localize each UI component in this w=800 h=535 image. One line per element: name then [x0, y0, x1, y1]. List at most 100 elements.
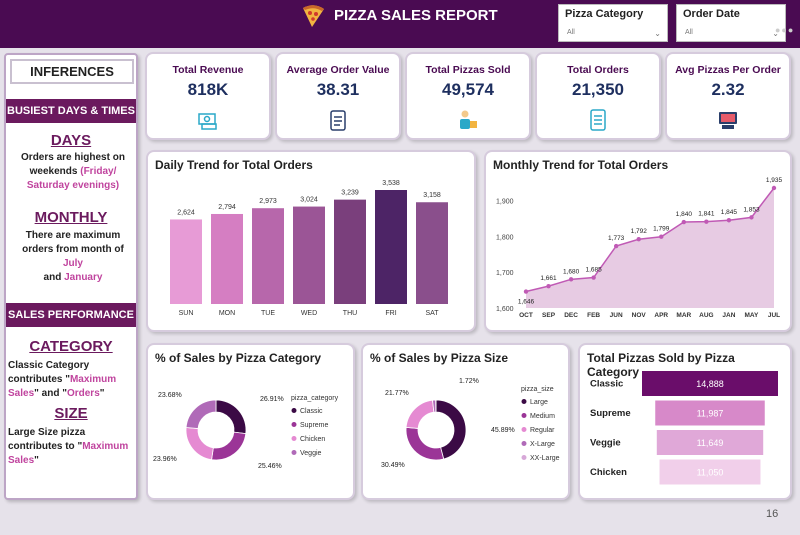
slice-label: 45.89% [491, 427, 515, 434]
days-line: Orders are highest on [21, 152, 125, 163]
category-label: Chicken [590, 467, 627, 478]
data-label: 3,239 [341, 190, 359, 197]
days-highlight: (Friday/ [80, 166, 117, 177]
data-point [771, 185, 777, 191]
slicer-label: Order Date [683, 8, 740, 20]
data-label: 2,794 [218, 204, 236, 211]
bar [211, 213, 243, 304]
category-highlight: Maximum [69, 374, 117, 385]
size-line: Sales" [8, 454, 136, 468]
category-line: Classic Category [8, 360, 90, 371]
size-text-part: " [34, 455, 39, 466]
category-line: Sales" and "Orders" [8, 387, 136, 401]
tick-label: NOV [632, 312, 647, 319]
kpi-average-order-value[interactable]: Average Order Value 38.31 [275, 52, 401, 140]
legend-label: Regular [530, 427, 555, 434]
kpi-value: 2.32 [711, 80, 745, 99]
legend-label: Chicken [300, 436, 325, 443]
header-bar: PIZZA SALES REPORT Pizza Category All ⌄ … [0, 0, 800, 48]
legend-swatch [521, 455, 527, 460]
money-icon [198, 113, 217, 130]
sales-by-category-donut: 26.91% 25.46% 23.96% 23.68% pizza_category Cl… [153, 392, 339, 470]
legend-label: XX-Large [530, 455, 560, 462]
category-text-part: " [99, 388, 105, 399]
bar [375, 190, 407, 304]
bar [334, 199, 366, 304]
legend-label: Supreme [300, 422, 329, 429]
chevron-down-icon[interactable]: ⌄ [654, 29, 661, 38]
kpi-total-revenue[interactable]: Total Revenue 818K [145, 52, 271, 140]
category-label: Classic [590, 379, 623, 390]
monthly-heading: MONTHLY [34, 209, 108, 226]
legend-swatch [521, 413, 527, 418]
data-label: 1,799 [653, 226, 670, 233]
pizza-icon [303, 5, 324, 27]
data-point [591, 275, 596, 280]
order-date-slicer[interactable]: Order Date All ⌄ [676, 4, 786, 42]
legend-swatch [521, 399, 527, 404]
monthly-highlight: July [62, 258, 83, 269]
kpi-label: Avg Pizzas Per Order [675, 64, 781, 76]
size-line: Large Size pizza [8, 427, 86, 438]
data-label: 2,624 [177, 209, 195, 216]
kpi-label: Total Orders [567, 64, 629, 76]
tick-label: APR [654, 312, 668, 319]
kpi-avg-pizzas-per-order[interactable]: Avg Pizzas Per Order 2.32 [665, 52, 791, 140]
kpi-value: 38.31 [316, 80, 360, 99]
slicer-value: All [567, 29, 575, 36]
tick-label: JUL [768, 312, 780, 319]
kpi-value: 49,574 [442, 80, 494, 99]
tick-label: FRI [385, 310, 396, 317]
tick-label: SUN [179, 310, 194, 317]
monthly-trend-card: Monthly Trend for Total Orders 1,900 1,80… [484, 150, 792, 332]
kpi-label: Average Order Value [286, 64, 390, 76]
size-highlight: Sales [8, 455, 35, 466]
tick-label: THU [343, 310, 357, 317]
legend-swatch [521, 441, 527, 446]
data-point [613, 243, 619, 249]
legend-swatch [291, 408, 297, 413]
data-label: 1,853 [743, 206, 760, 213]
monthly-text-part: and [43, 272, 65, 283]
category-heading: CATEGORY [29, 338, 113, 355]
slice-label: 25.46% [258, 463, 282, 470]
data-label: 1,845 [721, 209, 738, 216]
tick-label: MAY [745, 312, 760, 319]
data-label: 11,649 [697, 438, 724, 448]
clipboard-icon [330, 110, 346, 131]
slice-label: 26.91% [260, 396, 284, 403]
slice-label: 1.72% [459, 378, 479, 385]
data-point [523, 289, 529, 294]
y-tick-label: 1,600 [496, 306, 514, 313]
tick-label: WED [301, 310, 317, 317]
bar [170, 219, 202, 304]
category-text-part: " and " [34, 388, 67, 399]
category-highlight: Sales [8, 388, 35, 399]
legend-title: pizza_size [521, 386, 554, 393]
pizza-category-slicer[interactable]: Pizza Category All ⌄ [558, 4, 668, 42]
report-title-text: PIZZA SALES REPORT [334, 7, 498, 24]
more-options-icon[interactable]: ●●● [775, 25, 794, 35]
category-label: Supreme [590, 408, 631, 419]
data-label: 11,050 [697, 468, 724, 478]
y-tick-label: 1,800 [496, 234, 514, 241]
monthly-highlight: January [64, 272, 103, 283]
tick-label: SAT [425, 310, 439, 317]
bar [252, 208, 284, 304]
data-label: 2,973 [259, 198, 277, 205]
delivery-person-icon [460, 110, 477, 129]
monthly-text: There are maximum orders from month of J… [12, 229, 134, 285]
donut-slice [185, 427, 214, 461]
data-label: 1,685 [585, 267, 602, 274]
slicer-label: Pizza Category [565, 8, 644, 20]
kpi-total-orders[interactable]: Total Orders 21,350 [535, 52, 661, 140]
kpi-label: Total Pizzas Sold [425, 64, 511, 76]
days-heading: DAYS [50, 132, 92, 149]
kpi-value: 21,350 [572, 80, 624, 99]
monthly-line: There are maximum [25, 230, 121, 241]
data-label: 1,840 [676, 211, 693, 218]
donut-slice [211, 431, 247, 461]
kpi-total-pizzas-sold[interactable]: Total Pizzas Sold 49,574 [405, 52, 531, 140]
slice-label: 30.49% [381, 462, 405, 469]
tick-label: TUE [261, 310, 275, 317]
